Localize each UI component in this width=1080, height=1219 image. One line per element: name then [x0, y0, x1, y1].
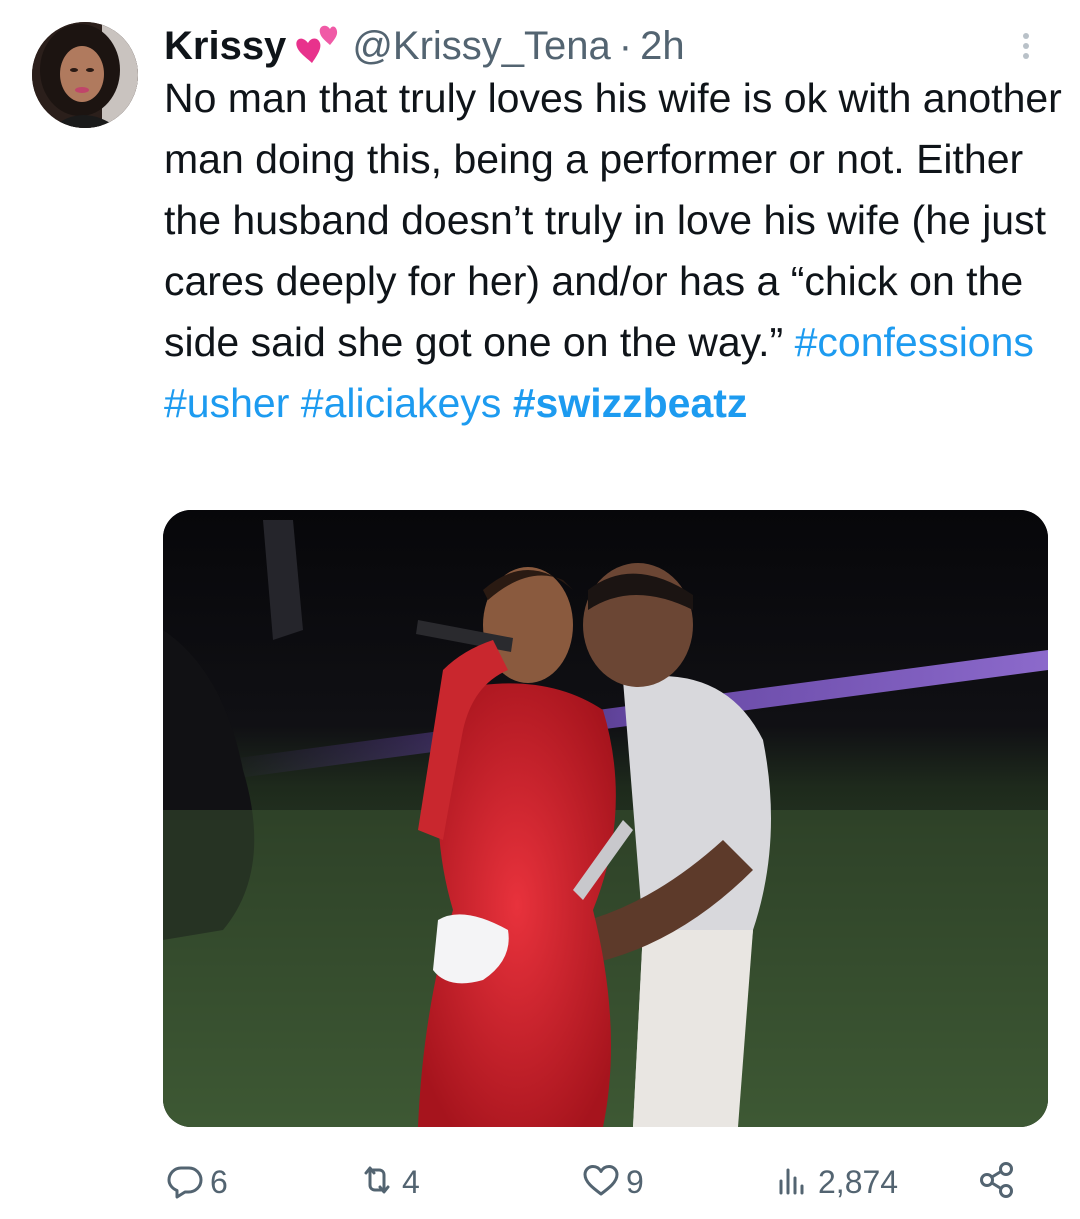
tweet-header: Krissy @Krissy_Tena · 2h — [164, 20, 685, 72]
avatar-image — [32, 22, 138, 128]
reply-count: 6 — [210, 1163, 228, 1200]
reply-icon — [164, 1159, 206, 1206]
two-hearts-icon — [294, 23, 346, 69]
hashtag-usher[interactable]: #usher — [164, 380, 289, 426]
hashtag-swizzbeatz[interactable]: #swizzbeatz — [513, 380, 748, 426]
tweet-photo[interactable] — [163, 510, 1048, 1127]
more-vertical-icon[interactable] — [1012, 28, 1040, 64]
like-count: 9 — [626, 1163, 644, 1200]
author-name[interactable]: Krissy — [164, 24, 286, 69]
repost-icon — [356, 1159, 398, 1206]
views-button[interactable]: 2,874 — [772, 1152, 898, 1212]
repost-count: 4 — [402, 1163, 420, 1200]
performance-photo — [163, 510, 1048, 1127]
tweet-text: No man that truly loves his wife is ok w… — [164, 68, 1064, 434]
like-button[interactable]: 9 — [580, 1152, 644, 1212]
author-handle[interactable]: @Krissy_Tena — [352, 24, 610, 69]
repost-button[interactable]: 4 — [356, 1152, 420, 1212]
views-icon — [772, 1159, 814, 1206]
separator: · — [618, 23, 633, 68]
action-bar: 6 4 9 2,874 — [164, 1152, 1034, 1212]
hashtag-aliciakeys[interactable]: #aliciakeys — [301, 380, 502, 426]
avatar[interactable] — [32, 22, 138, 128]
share-icon — [976, 1159, 1018, 1206]
hashtag-confessions[interactable]: #confessions — [795, 319, 1034, 365]
views-count: 2,874 — [818, 1163, 899, 1200]
share-button[interactable] — [976, 1152, 1018, 1212]
timestamp[interactable]: 2h — [640, 24, 685, 69]
reply-button[interactable]: 6 — [164, 1152, 228, 1212]
heart-icon — [580, 1159, 622, 1206]
